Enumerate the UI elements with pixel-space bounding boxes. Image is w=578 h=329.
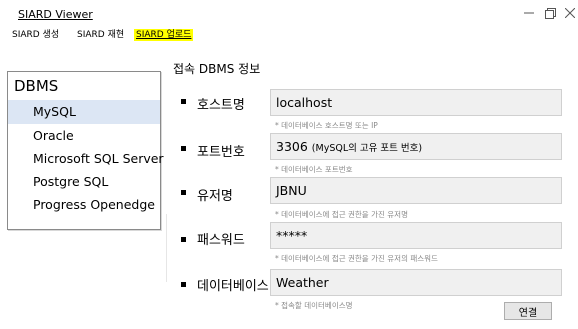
divider (166, 214, 167, 282)
dbms-listbox[interactable]: DBMS MySQL Oracle Microsoft SQL Server P… (7, 71, 164, 230)
user-hint: * 데이터베이스에 접근 권한을 가진 유저명 (275, 210, 408, 219)
user-value: JBNU (276, 183, 307, 198)
port-value: 3306 (276, 139, 308, 154)
window-title: SIARD Viewer (18, 8, 93, 21)
port-value-note: (MySQL의 고유 포트 번호) (311, 143, 423, 154)
database-input[interactable]: Weather (270, 269, 562, 296)
bullet-icon (181, 237, 186, 242)
host-label: 호스트명 (197, 98, 245, 113)
menu-siard-reproduce[interactable]: SIARD 재현 (75, 29, 126, 41)
dbms-item-oracle[interactable]: Oracle (8, 124, 160, 148)
user-input[interactable]: JBNU (270, 177, 562, 204)
dbms-list-header: DBMS (14, 77, 59, 95)
minimize-button[interactable] (518, 3, 540, 23)
dbms-item-mssql[interactable]: Microsoft SQL Server (8, 147, 164, 171)
close-button[interactable] (559, 3, 578, 23)
port-hint: * 데이터베이스 포트번호 (275, 165, 353, 174)
password-value: ***** (276, 228, 308, 243)
host-value: localhost (276, 95, 333, 110)
host-input[interactable]: localhost (270, 89, 562, 116)
bullet-icon (181, 99, 186, 104)
minimize-icon (524, 12, 534, 14)
menu-bar: SIARD 생성 SIARD 재현 SIARD 업로드 (0, 26, 578, 44)
maximize-button[interactable] (539, 3, 561, 23)
close-icon (565, 8, 575, 18)
password-input[interactable]: ***** (270, 222, 562, 249)
database-value: Weather (276, 275, 329, 290)
restore-icon (544, 7, 556, 19)
bullet-icon (181, 190, 186, 195)
menu-siard-create[interactable]: SIARD 생성 (10, 29, 61, 41)
connect-button[interactable]: 연결 (504, 302, 552, 320)
port-input[interactable]: 3306 (MySQL의 고유 포트 번호) (270, 133, 562, 160)
dbms-item-mysql[interactable]: MySQL (8, 100, 160, 124)
section-title: 접속 DBMS 정보 (173, 62, 261, 76)
password-hint: * 데이터베이스에 접근 권한을 가진 유저의 패스워드 (275, 254, 438, 263)
password-label: 패스워드 (197, 233, 245, 248)
title-bar: SIARD Viewer (0, 0, 578, 26)
menu-siard-upload[interactable]: SIARD 업로드 (134, 29, 194, 41)
database-hint: * 접속할 데이터베이스명 (275, 301, 353, 310)
bullet-icon (181, 282, 186, 287)
host-hint: * 데이터베이스 호스트명 또는 IP (275, 121, 378, 130)
dbms-item-postgresql[interactable]: Postgre SQL (8, 170, 160, 194)
database-label: 데이터베이스 (197, 279, 269, 294)
port-label: 포트번호 (197, 145, 245, 160)
dbms-item-progress-openedge[interactable]: Progress Openedge (8, 193, 160, 217)
user-label: 유저명 (197, 189, 233, 204)
bullet-icon (181, 146, 186, 151)
